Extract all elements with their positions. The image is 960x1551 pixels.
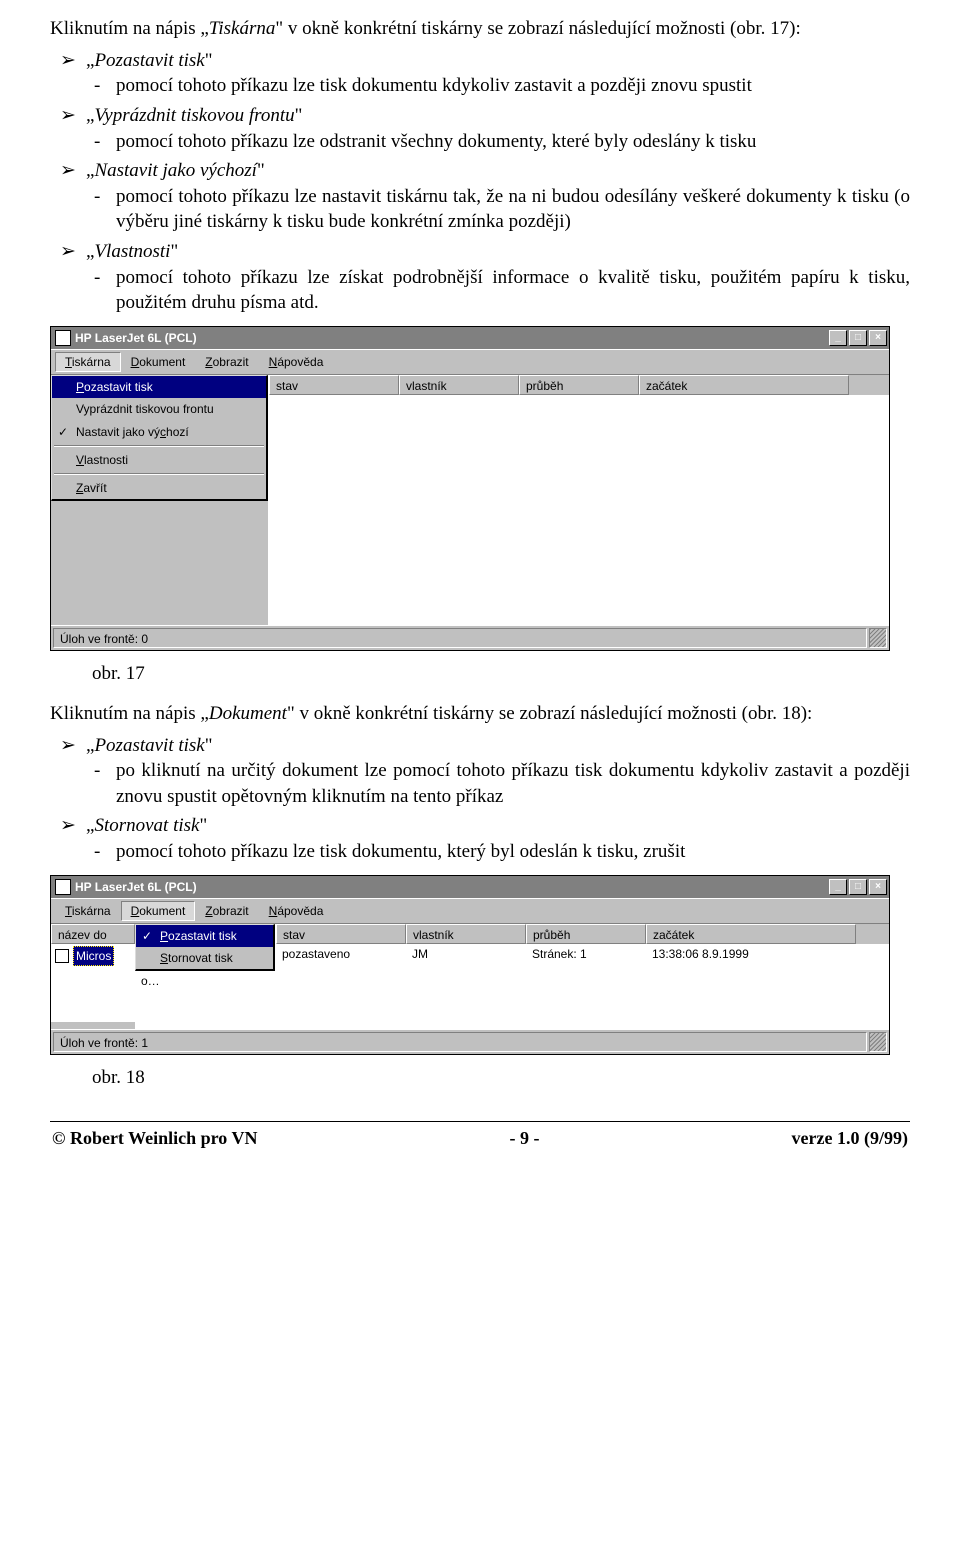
maximize-button[interactable]: □ xyxy=(849,879,867,895)
window-title: HP LaserJet 6L (PCL) xyxy=(75,879,827,895)
footer-right: verze 1.0 (9/99) xyxy=(792,1126,908,1150)
tiskarna-menu: Pozastavit tiskVyprázdnit tiskovou front… xyxy=(51,375,268,501)
resize-grip-icon[interactable] xyxy=(869,628,887,648)
bullet-item: „Pozastavit tisk"po kliknutí na určitý d… xyxy=(86,733,910,810)
menu-item[interactable]: Vyprázdnit tiskovou frontu xyxy=(52,398,266,420)
bullet-list-2: „Pozastavit tisk"po kliknutí na určitý d… xyxy=(50,733,910,865)
menu-item[interactable]: Vlastnosti xyxy=(52,449,266,471)
paragraph-2: Kliknutím na nápis „Dokument" v okně kon… xyxy=(50,701,910,727)
footer-divider xyxy=(50,1121,910,1122)
text: " v okně konkrétní tiskárny se zobrazí n… xyxy=(275,18,800,39)
cell-prubeh: Stránek: 1 xyxy=(526,946,646,962)
text-italic: Dokument xyxy=(209,703,287,724)
status-text: Úloh ve frontě: 0 xyxy=(53,628,867,648)
column-header[interactable]: začátek xyxy=(646,924,856,944)
figure-caption-18: obr. 18 xyxy=(92,1065,910,1091)
cell-stav: pozastaveno xyxy=(276,946,406,962)
sub-bullet: pomocí tohoto příkazu lze získat podrobn… xyxy=(116,265,910,316)
column-header[interactable]: vlastník xyxy=(399,375,519,395)
table-row[interactable]: pozastaveno JM Stránek: 1 13:38:06 8.9.1… xyxy=(276,944,889,964)
figure-caption-17: obr. 17 xyxy=(92,661,910,687)
content-area: stavvlastníkprůběhzačátek xyxy=(268,375,889,625)
footer-page-number: - 9 - xyxy=(510,1126,540,1150)
column-headers: stavvlastníkprůběhzačátek xyxy=(269,375,889,395)
dokument-menu: Pozastavit tiskStornovat tisk xyxy=(135,924,275,971)
statusbar: Úloh ve frontě: 0 xyxy=(51,625,889,650)
menu-zobrazit[interactable]: Zobrazit xyxy=(195,901,258,921)
menu-item[interactable]: Nastavit jako výchozí xyxy=(52,421,266,443)
bullet-item: „Vyprázdnit tiskovou frontu"pomocí tohot… xyxy=(86,103,910,154)
doc-name-selected: Micros xyxy=(73,946,114,966)
column-headers: stavvlastníkprůběhzačátek xyxy=(276,924,889,944)
menu-item[interactable]: Stornovat tisk xyxy=(136,947,273,969)
status-text: Úloh ve frontě: 1 xyxy=(53,1032,867,1052)
sub-bullet: pomocí tohoto příkazu lze odstranit všec… xyxy=(116,129,910,155)
minimize-button[interactable]: _ xyxy=(829,330,847,346)
menu-tiskárna[interactable]: Tiskárna xyxy=(55,352,121,372)
list-item[interactable]: Micros xyxy=(51,944,135,968)
sub-bullet: po kliknutí na určitý dokument lze pomoc… xyxy=(116,758,910,809)
printer-icon xyxy=(55,879,71,895)
window-title: HP LaserJet 6L (PCL) xyxy=(75,330,827,346)
column-header[interactable]: průběh xyxy=(519,375,639,395)
text-italic: Tiskárna xyxy=(209,18,276,39)
text: " v okně konkrétní tiskárny se zobrazí n… xyxy=(287,703,812,724)
column-header[interactable]: stav xyxy=(269,375,399,395)
statusbar: Úloh ve frontě: 1 xyxy=(51,1029,889,1054)
list-item-trail: o… xyxy=(135,971,275,991)
bullet-item: „Stornovat tisk"pomocí tohoto příkazu lz… xyxy=(86,813,910,864)
close-button[interactable]: × xyxy=(869,879,887,895)
sub-bullet: pomocí tohoto příkazu lze tisk dokumentu… xyxy=(116,73,910,99)
sub-bullet: pomocí tohoto příkazu lze tisk dokumentu… xyxy=(116,839,910,865)
footer-left: © Robert Weinlich pro VN xyxy=(52,1126,257,1150)
document-icon xyxy=(55,949,69,963)
text: o… xyxy=(135,973,166,989)
menu-dokument[interactable]: Dokument xyxy=(121,901,196,921)
text: Kliknutím na nápis „ xyxy=(50,703,209,724)
minimize-button[interactable]: _ xyxy=(829,879,847,895)
menu-dokument[interactable]: Dokument xyxy=(121,352,196,372)
menubar: TiskárnaDokumentZobrazitNápověda xyxy=(51,349,889,374)
maximize-button[interactable]: □ xyxy=(849,330,867,346)
cell-zacatek: 13:38:06 8.9.1999 xyxy=(646,946,856,962)
column-header[interactable]: stav xyxy=(276,924,406,944)
column-header[interactable]: průběh xyxy=(526,924,646,944)
paragraph-1: Kliknutím na nápis „Tiskárna" v okně kon… xyxy=(50,16,910,42)
close-button[interactable]: × xyxy=(869,330,887,346)
menu-nápověda[interactable]: Nápověda xyxy=(259,352,334,372)
menu-item[interactable]: Pozastavit tisk xyxy=(52,376,266,398)
menu-zobrazit[interactable]: Zobrazit xyxy=(195,352,258,372)
bullet-list-1: „Pozastavit tisk"pomocí tohoto příkazu l… xyxy=(50,48,910,316)
printer-window-2: HP LaserJet 6L (PCL) _ □ × TiskárnaDokum… xyxy=(50,875,890,1056)
list-area xyxy=(269,395,889,625)
column-header[interactable]: začátek xyxy=(639,375,849,395)
menu-separator xyxy=(54,445,264,447)
bullet-item: „Vlastnosti"pomocí tohoto příkazu lze zí… xyxy=(86,239,910,316)
dropdown-column: Pozastavit tiskVyprázdnit tiskovou front… xyxy=(51,375,268,625)
menubar: TiskárnaDokumentZobrazitNápověda xyxy=(51,898,889,923)
menu-item[interactable]: Pozastavit tisk xyxy=(136,925,273,947)
menu-separator xyxy=(54,473,264,475)
text: Kliknutím na nápis „ xyxy=(50,18,209,39)
page-footer: © Robert Weinlich pro VN - 9 - verze 1.0… xyxy=(50,1126,910,1150)
menu-tiskárna[interactable]: Tiskárna xyxy=(55,901,121,921)
menu-item[interactable]: Zavřít xyxy=(52,477,266,499)
titlebar: HP LaserJet 6L (PCL) _ □ × xyxy=(51,327,889,349)
cell-vlastnik: JM xyxy=(406,946,526,962)
column-header[interactable]: název do xyxy=(51,924,135,944)
bullet-item: „Pozastavit tisk"pomocí tohoto příkazu l… xyxy=(86,48,910,99)
sub-bullet: pomocí tohoto příkazu lze nastavit tiská… xyxy=(116,184,910,235)
printer-icon xyxy=(55,330,71,346)
printer-window-1: HP LaserJet 6L (PCL) _ □ × TiskárnaDokum… xyxy=(50,326,890,651)
menu-nápověda[interactable]: Nápověda xyxy=(259,901,334,921)
titlebar: HP LaserJet 6L (PCL) _ □ × xyxy=(51,876,889,898)
bullet-item: „Nastavit jako výchozí"pomocí tohoto pří… xyxy=(86,158,910,235)
column-header[interactable]: vlastník xyxy=(406,924,526,944)
resize-grip-icon[interactable] xyxy=(869,1032,887,1052)
